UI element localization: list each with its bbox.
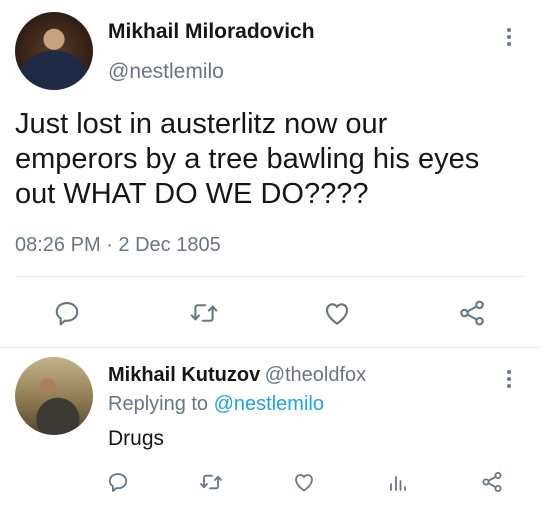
tweet-text-line: out WHAT DO WE DO???? <box>15 178 369 210</box>
divider <box>15 276 525 277</box>
reply-author-avatar[interactable] <box>15 357 93 435</box>
replying-to-link[interactable]: @nestlemilo <box>214 393 324 415</box>
tweet-date: 2 Dec 1805 <box>118 234 221 256</box>
reply-more-options-icon[interactable] <box>503 367 515 391</box>
replying-to: Replying to @nestlemilo <box>108 393 324 416</box>
meta-separator: · <box>106 234 113 256</box>
tweet-text: Just lost in austerlitz now our emperors… <box>15 107 530 212</box>
tweet-text-line: emperors by a tree bawling his eyes <box>15 143 480 175</box>
share-icon[interactable] <box>457 298 487 328</box>
more-options-icon[interactable] <box>503 25 515 49</box>
reply-text: Drugs <box>108 427 165 450</box>
retweet-icon[interactable] <box>188 298 220 328</box>
share-icon[interactable] <box>480 470 504 494</box>
author-name[interactable]: Mikhail Miloradovich <box>108 20 315 44</box>
reply-author-name[interactable]: Mikhail Kutuzov <box>108 364 260 386</box>
author-handle[interactable]: @nestlemilo <box>108 60 224 84</box>
retweet-icon[interactable] <box>198 470 224 494</box>
replying-to-prefix: Replying to <box>108 393 209 415</box>
tweet-text-line: Just lost in austerlitz now our <box>15 108 388 140</box>
reply-icon[interactable] <box>52 298 82 328</box>
tweet-time: 08:26 PM <box>15 234 101 256</box>
like-icon[interactable] <box>322 298 352 328</box>
divider <box>0 347 540 348</box>
author-avatar[interactable] <box>15 12 93 90</box>
reply-author-handle[interactable]: @theoldfox <box>265 364 366 386</box>
reply-icon[interactable] <box>106 470 130 494</box>
tweet-timestamp[interactable]: 08:26 PM · 2 Dec 1805 <box>15 234 221 257</box>
reply-header: Mikhail Kutuzov @theoldfox <box>108 364 366 387</box>
analytics-icon[interactable] <box>386 470 410 494</box>
like-icon[interactable] <box>292 470 316 494</box>
